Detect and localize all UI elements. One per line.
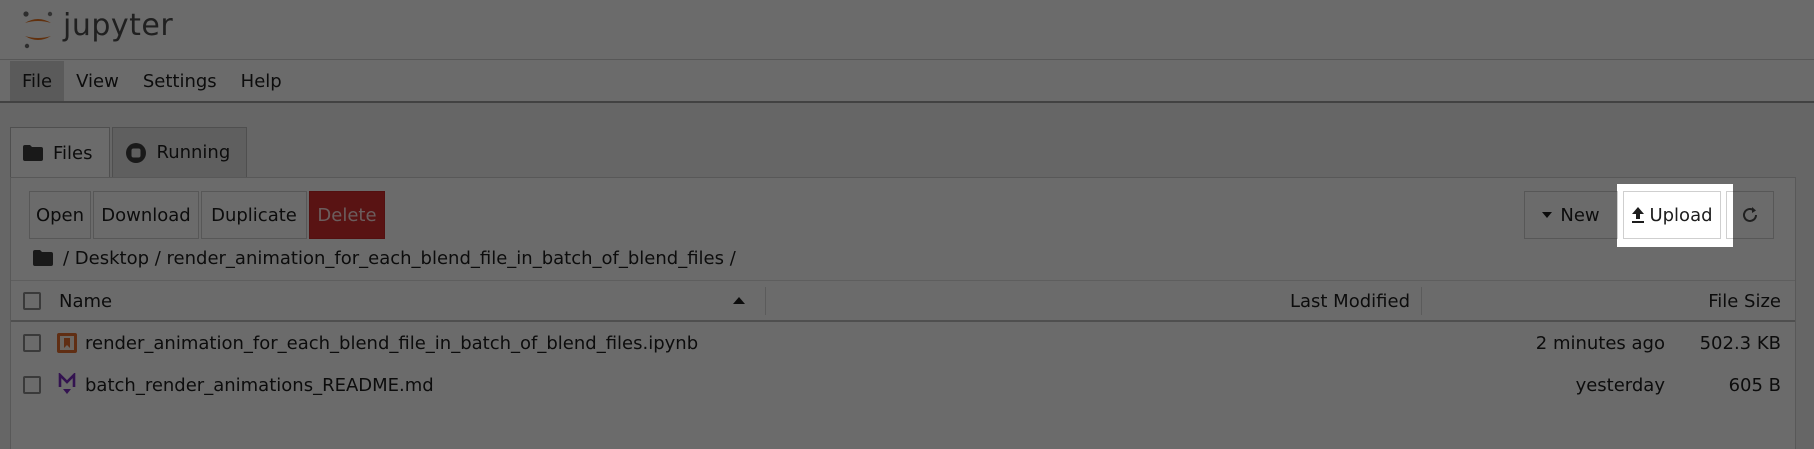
main-area: Files Running Open Download Duplicate De… xyxy=(0,103,1814,449)
tab-running-label: Running xyxy=(156,142,231,163)
tab-files-label: Files xyxy=(53,142,93,164)
duplicate-button[interactable]: Duplicate xyxy=(201,191,307,239)
new-button[interactable]: New xyxy=(1524,191,1618,239)
upload-button-label: Upload xyxy=(1649,204,1713,226)
jupyter-logo-icon[interactable] xyxy=(20,8,56,50)
column-name[interactable]: Name xyxy=(59,281,112,321)
tab-bar: Files Running xyxy=(10,127,249,178)
caret-down-icon xyxy=(1542,212,1553,218)
row-checkbox[interactable] xyxy=(23,334,41,352)
menu-file[interactable]: File xyxy=(10,61,65,101)
file-name[interactable]: render_animation_for_each_blend_file_in_… xyxy=(85,322,698,364)
table-header: Name Last Modified File Size xyxy=(11,280,1795,322)
breadcrumb: / Desktop / render_animation_for_each_bl… xyxy=(33,244,736,272)
open-button[interactable]: Open xyxy=(29,191,91,239)
notebook-icon xyxy=(57,333,77,357)
upload-button[interactable]: Upload xyxy=(1623,191,1721,239)
file-modified: yesterday xyxy=(1575,374,1665,396)
column-separator xyxy=(1421,287,1422,315)
files-panel: Open Download Duplicate Delete New Uploa… xyxy=(10,177,1796,449)
refresh-icon xyxy=(1741,206,1759,224)
menu-settings[interactable]: Settings xyxy=(131,61,229,101)
file-name[interactable]: batch_render_animations_README.md xyxy=(85,364,434,406)
download-button[interactable]: Download xyxy=(93,191,199,239)
row-checkbox[interactable] xyxy=(23,376,41,394)
tab-files[interactable]: Files xyxy=(10,127,110,178)
markdown-icon xyxy=(58,371,76,399)
column-last-modified[interactable]: Last Modified xyxy=(1290,281,1410,321)
upload-icon xyxy=(1631,207,1645,223)
menu-view[interactable]: View xyxy=(64,61,131,101)
menu-help[interactable]: Help xyxy=(229,61,294,101)
folder-icon xyxy=(23,145,43,161)
file-size: 502.3 KB xyxy=(1699,332,1781,354)
table-row[interactable]: render_animation_for_each_blend_file_in_… xyxy=(11,322,1795,364)
select-all-checkbox[interactable] xyxy=(23,292,41,310)
file-size: 605 B xyxy=(1728,374,1781,396)
brand-name: jupyter xyxy=(63,8,174,43)
new-button-label: New xyxy=(1560,204,1600,226)
delete-button[interactable]: Delete xyxy=(309,191,385,239)
breadcrumb-path[interactable]: / Desktop / render_animation_for_each_bl… xyxy=(63,248,736,269)
table-row[interactable]: batch_render_animations_README.md yester… xyxy=(11,364,1795,406)
jupyter-file-browser: jupyter File View Settings Help Files Ru… xyxy=(0,0,1814,449)
menu-bar: File View Settings Help xyxy=(0,61,1814,103)
refresh-button[interactable] xyxy=(1726,191,1774,239)
column-file-size[interactable]: File Size xyxy=(1708,281,1781,321)
tab-running[interactable]: Running xyxy=(111,127,248,177)
stop-circle-icon xyxy=(125,142,147,164)
column-separator xyxy=(765,287,766,315)
sort-ascending-icon[interactable] xyxy=(733,297,745,304)
top-header: jupyter xyxy=(0,0,1814,60)
folder-icon[interactable] xyxy=(33,250,53,266)
file-modified: 2 minutes ago xyxy=(1535,332,1665,354)
